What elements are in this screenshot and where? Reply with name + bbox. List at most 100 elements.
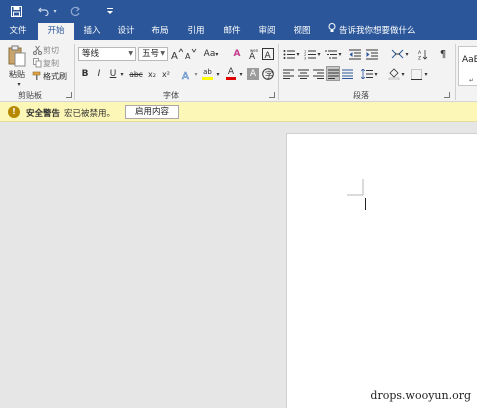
paragraph-group-label: 段落 <box>353 91 369 100</box>
line-spacing-icon[interactable] <box>361 67 373 81</box>
line-spacing-dropdown-icon[interactable]: ▾ <box>373 67 379 81</box>
tab-review[interactable]: 审阅 <box>253 22 281 40</box>
superscript-button[interactable]: x² <box>160 67 172 81</box>
increase-indent-icon[interactable] <box>365 47 378 61</box>
shading-dropdown-icon[interactable]: ▾ <box>400 67 406 81</box>
clear-formatting-button[interactable]: A <box>231 47 243 61</box>
svg-text:A: A <box>185 52 191 60</box>
grow-font-icon[interactable]: A <box>171 47 183 61</box>
chinese-layout-dropdown-icon[interactable]: ▾ <box>404 47 410 61</box>
redo-icon[interactable] <box>68 3 82 19</box>
sort-icon[interactable]: AZ <box>417 47 429 61</box>
format-painter-button[interactable]: 格式刷 <box>43 70 69 82</box>
undo-icon[interactable] <box>36 3 50 19</box>
undo-dropdown-icon[interactable]: ▾ <box>51 3 59 19</box>
tab-references[interactable]: 引用 <box>182 22 210 40</box>
save-icon[interactable] <box>8 3 24 19</box>
multilevel-list-icon[interactable] <box>324 47 337 61</box>
security-warning-message: 宏已被禁用。 <box>64 109 116 119</box>
cut-icon <box>32 44 42 56</box>
enable-content-button[interactable]: 启用内容 <box>125 105 179 119</box>
paragraph-launcher-icon[interactable] <box>444 92 450 98</box>
align-center-icon[interactable] <box>297 67 309 81</box>
svg-text:wen: wen <box>250 48 259 53</box>
page-margin-corner <box>347 179 364 196</box>
font-name-combo[interactable]: 等线 ▼ <box>78 47 136 61</box>
svg-text:3: 3 <box>304 56 306 60</box>
align-right-icon[interactable] <box>312 67 324 81</box>
italic-button[interactable]: I <box>94 67 104 81</box>
document-page[interactable] <box>286 133 477 408</box>
borders-icon[interactable] <box>410 67 422 81</box>
customize-qat-icon[interactable] <box>104 3 116 19</box>
font-size-combo[interactable]: 五号 ▼ <box>138 47 168 61</box>
text-effects-dropdown-icon[interactable]: ▾ <box>193 67 199 81</box>
highlight-button[interactable]: ab <box>201 66 214 81</box>
shading-icon[interactable] <box>388 67 400 81</box>
enclose-characters-icon[interactable]: 字 <box>262 67 274 81</box>
underline-dropdown-icon[interactable]: ▾ <box>119 67 125 81</box>
change-case-button[interactable]: Aa ▾ <box>203 47 219 61</box>
numbering-dropdown-icon[interactable]: ▾ <box>316 47 322 61</box>
tab-view[interactable]: 视图 <box>288 22 316 40</box>
text-effects-icon[interactable]: A <box>180 67 192 81</box>
bold-button[interactable]: B <box>80 67 90 81</box>
chevron-down-icon: ▾ <box>215 50 219 58</box>
font-color-bar <box>226 77 236 80</box>
numbering-icon[interactable]: 123 <box>303 47 316 61</box>
font-color-dropdown-icon[interactable]: ▾ <box>238 67 244 81</box>
chinese-layout-icon[interactable] <box>390 47 404 61</box>
svg-text:A: A <box>171 51 178 60</box>
paste-button[interactable]: 粘贴 <box>4 68 30 80</box>
strikethrough-button[interactable]: abc <box>129 67 143 81</box>
font-group-label: 字体 <box>163 91 179 100</box>
font-color-icon: A <box>227 67 235 77</box>
paste-dropdown-icon[interactable]: ▾ <box>9 80 29 88</box>
paste-icon[interactable] <box>6 44 28 68</box>
multilevel-dropdown-icon[interactable]: ▾ <box>337 47 343 61</box>
phonetic-guide-icon[interactable]: Awen <box>247 47 259 61</box>
subscript-button[interactable]: x₂ <box>146 67 158 81</box>
font-launcher-icon[interactable] <box>269 92 275 98</box>
ribbon: 粘贴 ▾ 剪切 复制 格式刷 剪贴板 等线 ▼ 五号 ▼ A A Aa ▾ A … <box>0 40 477 102</box>
enclosed-char-icon[interactable]: A <box>262 47 274 61</box>
clipboard-group-label: 剪贴板 <box>18 91 42 100</box>
styles-gallery[interactable]: AaBb ↵ <box>458 46 477 86</box>
cut-button[interactable]: 剪切 <box>43 44 63 56</box>
style-corner-icon: ↵ <box>469 77 475 84</box>
bullets-dropdown-icon[interactable]: ▾ <box>295 47 301 61</box>
watermark-text: drops.wooyun.org <box>370 389 471 402</box>
svg-text:A: A <box>265 51 272 60</box>
tab-layout[interactable]: 布局 <box>146 22 174 40</box>
title-bar: ▾ <box>0 0 477 22</box>
tab-home[interactable]: 开始 <box>38 23 74 40</box>
tab-file[interactable]: 文件 <box>4 22 32 40</box>
shrink-font-icon[interactable]: A <box>185 47 197 61</box>
security-warning-bar: ! 安全警告 宏已被禁用。 启用内容 <box>0 102 477 122</box>
character-shading-button[interactable]: A <box>247 68 259 80</box>
bullets-icon[interactable] <box>282 47 295 61</box>
justify-icon[interactable] <box>326 66 340 81</box>
tell-me-box[interactable]: 告诉我你想要做什么 <box>328 22 416 40</box>
align-left-icon[interactable] <box>282 67 294 81</box>
underline-button[interactable]: U <box>108 67 118 81</box>
chevron-down-icon: ▼ <box>160 50 165 57</box>
chevron-down-icon: ▼ <box>128 50 133 57</box>
decrease-indent-icon[interactable] <box>348 47 361 61</box>
svg-text:A: A <box>249 52 256 60</box>
borders-dropdown-icon[interactable]: ▾ <box>423 67 429 81</box>
font-color-button[interactable]: A <box>225 66 237 81</box>
highlight-dropdown-icon[interactable]: ▾ <box>215 67 221 81</box>
tab-insert[interactable]: 插入 <box>78 22 106 40</box>
highlight-color-bar <box>202 76 213 80</box>
change-case-label: Aa <box>203 49 216 59</box>
tab-mailings[interactable]: 邮件 <box>218 22 246 40</box>
copy-button[interactable]: 复制 <box>43 57 63 69</box>
clipboard-launcher-icon[interactable] <box>66 92 72 98</box>
highlight-icon: ab <box>203 67 212 76</box>
show-marks-icon[interactable]: ¶ <box>437 47 449 61</box>
group-divider <box>278 44 279 100</box>
tab-design[interactable]: 设计 <box>112 22 140 40</box>
distributed-icon[interactable] <box>341 67 353 81</box>
security-warning-title: 安全警告 <box>26 109 61 119</box>
